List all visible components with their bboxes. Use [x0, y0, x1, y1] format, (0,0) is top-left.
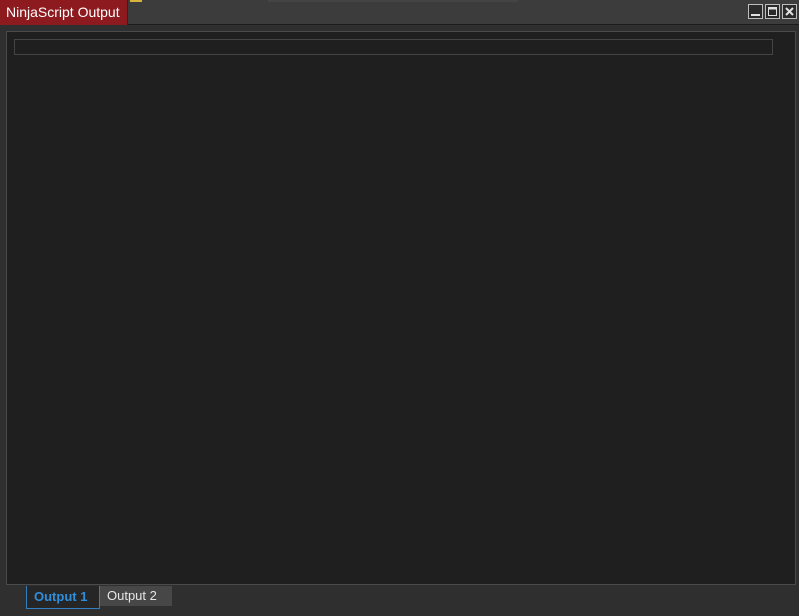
minimize-icon — [751, 14, 760, 16]
accent-strip-gray — [268, 0, 518, 2]
maximize-button[interactable] — [765, 4, 780, 19]
ninjascript-output-window: NinjaScript Output Output 1 Output 2 — [0, 0, 799, 616]
window-controls — [748, 4, 797, 21]
output-panel[interactable] — [6, 31, 796, 585]
title-bar[interactable]: NinjaScript Output — [0, 0, 799, 25]
window-title: NinjaScript Output — [0, 0, 128, 25]
tab-output-2[interactable]: Output 2 — [100, 586, 172, 606]
accent-strip-yellow — [130, 0, 142, 2]
output-tabs: Output 1 Output 2 — [26, 586, 172, 609]
output-text-line[interactable] — [14, 39, 773, 55]
maximize-icon — [768, 7, 777, 16]
minimize-button[interactable] — [748, 4, 763, 19]
close-button[interactable] — [782, 4, 797, 19]
close-icon — [785, 7, 794, 16]
tab-output-1[interactable]: Output 1 — [26, 586, 100, 609]
